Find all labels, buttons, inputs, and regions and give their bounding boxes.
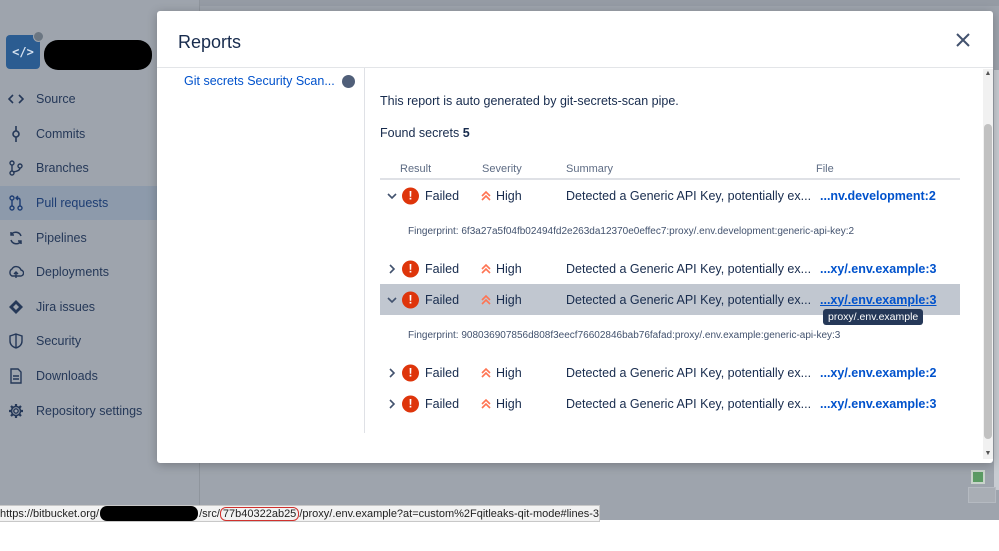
- report-list: Git secrets Security Scan...: [157, 68, 364, 448]
- summary-text: Detected a Generic API Key, potentially …: [566, 261, 812, 276]
- result-text: Failed: [425, 292, 460, 307]
- header-file: File: [816, 163, 834, 175]
- found-secrets-count: 5: [462, 126, 470, 140]
- close-icon: [956, 33, 970, 47]
- redacted-workspace: [100, 506, 199, 521]
- report-content: This report is auto generated by git-sec…: [365, 68, 983, 448]
- report-description: This report is auto generated by git-sec…: [380, 94, 679, 108]
- commit-icon: [7, 125, 25, 143]
- file-link[interactable]: ...xy/.env.example:2: [820, 366, 937, 380]
- chevron-down-icon[interactable]: [386, 190, 398, 202]
- result-text: Failed: [425, 188, 460, 203]
- sidebar-item-label: Security: [36, 334, 82, 349]
- modal-title: Reports: [178, 32, 242, 52]
- file-path-tooltip: proxy/.env.example: [823, 309, 924, 325]
- findings-table: Result Severity Summary File ! Failed Hi…: [380, 154, 960, 419]
- sidebar-item-label: Downloads: [36, 369, 98, 384]
- table-row[interactable]: ! Failed High Detected a Generic API Key…: [380, 253, 960, 284]
- summary-text: Detected a Generic API Key, potentially …: [566, 365, 812, 380]
- sidebar-item-label: Repository settings: [36, 403, 143, 418]
- chevron-right-icon[interactable]: [386, 263, 398, 275]
- background-panel-edge: [994, 70, 999, 490]
- sidebar-item-label: Branches: [36, 161, 89, 176]
- report-item-label: Git secrets Security Scan...: [184, 74, 335, 88]
- repo-badge: [33, 31, 44, 42]
- branch-icon: [7, 159, 25, 177]
- error-icon: !: [402, 364, 419, 381]
- pipelines-icon: [7, 229, 25, 247]
- background-status-indicator: [971, 470, 985, 484]
- file-link[interactable]: ...xy/.env.example:3: [820, 293, 937, 307]
- pull-request-icon: [7, 194, 25, 212]
- severity-high-icon: [481, 263, 491, 274]
- status-url-mid: /src/: [199, 507, 220, 520]
- severity-text: High: [496, 188, 522, 203]
- summary-text: Detected a Generic API Key, potentially …: [566, 396, 812, 411]
- found-secrets-label: Found secrets: [380, 126, 460, 140]
- found-secrets: Found secrets 5: [380, 126, 470, 140]
- sidebar-item-label: Commits: [36, 126, 86, 141]
- browser-status-bar: https://bitbucket.org/ /src/ 77b40322ab2…: [0, 505, 600, 522]
- status-url-prefix: https://bitbucket.org/: [0, 507, 100, 520]
- status-url-suffix: /proxy/.env.example?at=custom%2Fqitleaks…: [299, 507, 599, 520]
- error-icon: !: [402, 395, 419, 412]
- severity-text: High: [496, 365, 522, 380]
- error-icon: !: [402, 187, 419, 204]
- sidebar-item-label: Source: [36, 92, 76, 107]
- header-summary: Summary: [566, 163, 614, 175]
- redacted-repo-name: [44, 40, 152, 70]
- scroll-down-icon[interactable]: ▼: [983, 449, 993, 459]
- severity-high-icon: [481, 294, 491, 305]
- header-severity: Severity: [482, 163, 522, 175]
- sidebar-item-label: Deployments: [36, 265, 109, 280]
- fingerprint-text: Fingerprint: 908036907856d808f3eecf76602…: [408, 330, 841, 341]
- result-text: Failed: [425, 365, 460, 380]
- report-item-git-secrets[interactable]: Git secrets Security Scan...: [184, 74, 355, 88]
- file-link[interactable]: ...xy/.env.example:3: [820, 262, 937, 276]
- reports-modal: Reports Git secrets Security Scan... Thi…: [157, 11, 993, 463]
- shield-icon: [7, 332, 25, 350]
- severity-high-icon: [481, 398, 491, 409]
- sidebar-item-label: Pull requests: [36, 196, 109, 211]
- table-row[interactable]: ! Failed High Detected a Generic API Key…: [380, 357, 960, 388]
- file-link[interactable]: ...nv.development:2: [820, 189, 936, 203]
- severity-high-icon: [481, 190, 491, 201]
- summary-text: Detected a Generic API Key, potentially …: [566, 292, 812, 307]
- table-header: Result Severity Summary File: [380, 154, 960, 180]
- jira-icon: [7, 298, 25, 316]
- status-url-hash: 77b40322ab25: [219, 506, 300, 521]
- header-result: Result: [400, 163, 432, 175]
- report-status-dot: [341, 74, 355, 88]
- severity-high-icon: [481, 367, 491, 378]
- fingerprint-row: Fingerprint: 6f3a27a5f04fb02494fd2e263da…: [380, 211, 960, 253]
- scroll-up-icon[interactable]: ▲: [983, 69, 993, 79]
- summary-text: Detected a Generic API Key, potentially …: [566, 188, 812, 203]
- result-text: Failed: [425, 261, 460, 276]
- scrollbar-thumb[interactable]: [984, 124, 992, 439]
- background-control: [968, 487, 996, 503]
- code-icon: [7, 90, 25, 108]
- modal-scrollbar[interactable]: ▲ ▼: [983, 69, 993, 459]
- chevron-right-icon[interactable]: [386, 367, 398, 379]
- severity-text: High: [496, 396, 522, 411]
- error-icon: !: [402, 291, 419, 308]
- chevron-down-icon[interactable]: [386, 294, 398, 306]
- table-row[interactable]: ! Failed High Detected a Generic API Key…: [380, 180, 960, 211]
- fingerprint-text: Fingerprint: 6f3a27a5f04fb02494fd2e263da…: [408, 226, 855, 237]
- gear-icon: [7, 402, 25, 420]
- severity-text: High: [496, 292, 522, 307]
- repo-avatar[interactable]: </>: [6, 31, 44, 69]
- close-button[interactable]: [952, 29, 974, 51]
- sidebar-item-label: Pipelines: [36, 230, 87, 245]
- result-text: Failed: [425, 396, 460, 411]
- sidebar-item-label: Jira issues: [36, 299, 96, 314]
- severity-text: High: [496, 261, 522, 276]
- deployments-icon: [7, 263, 25, 281]
- chevron-right-icon[interactable]: [386, 398, 398, 410]
- table-row[interactable]: ! Failed High Detected a Generic API Key…: [380, 388, 960, 419]
- downloads-icon: [7, 367, 25, 385]
- file-link[interactable]: ...xy/.env.example:3: [820, 397, 937, 411]
- error-icon: !: [402, 260, 419, 277]
